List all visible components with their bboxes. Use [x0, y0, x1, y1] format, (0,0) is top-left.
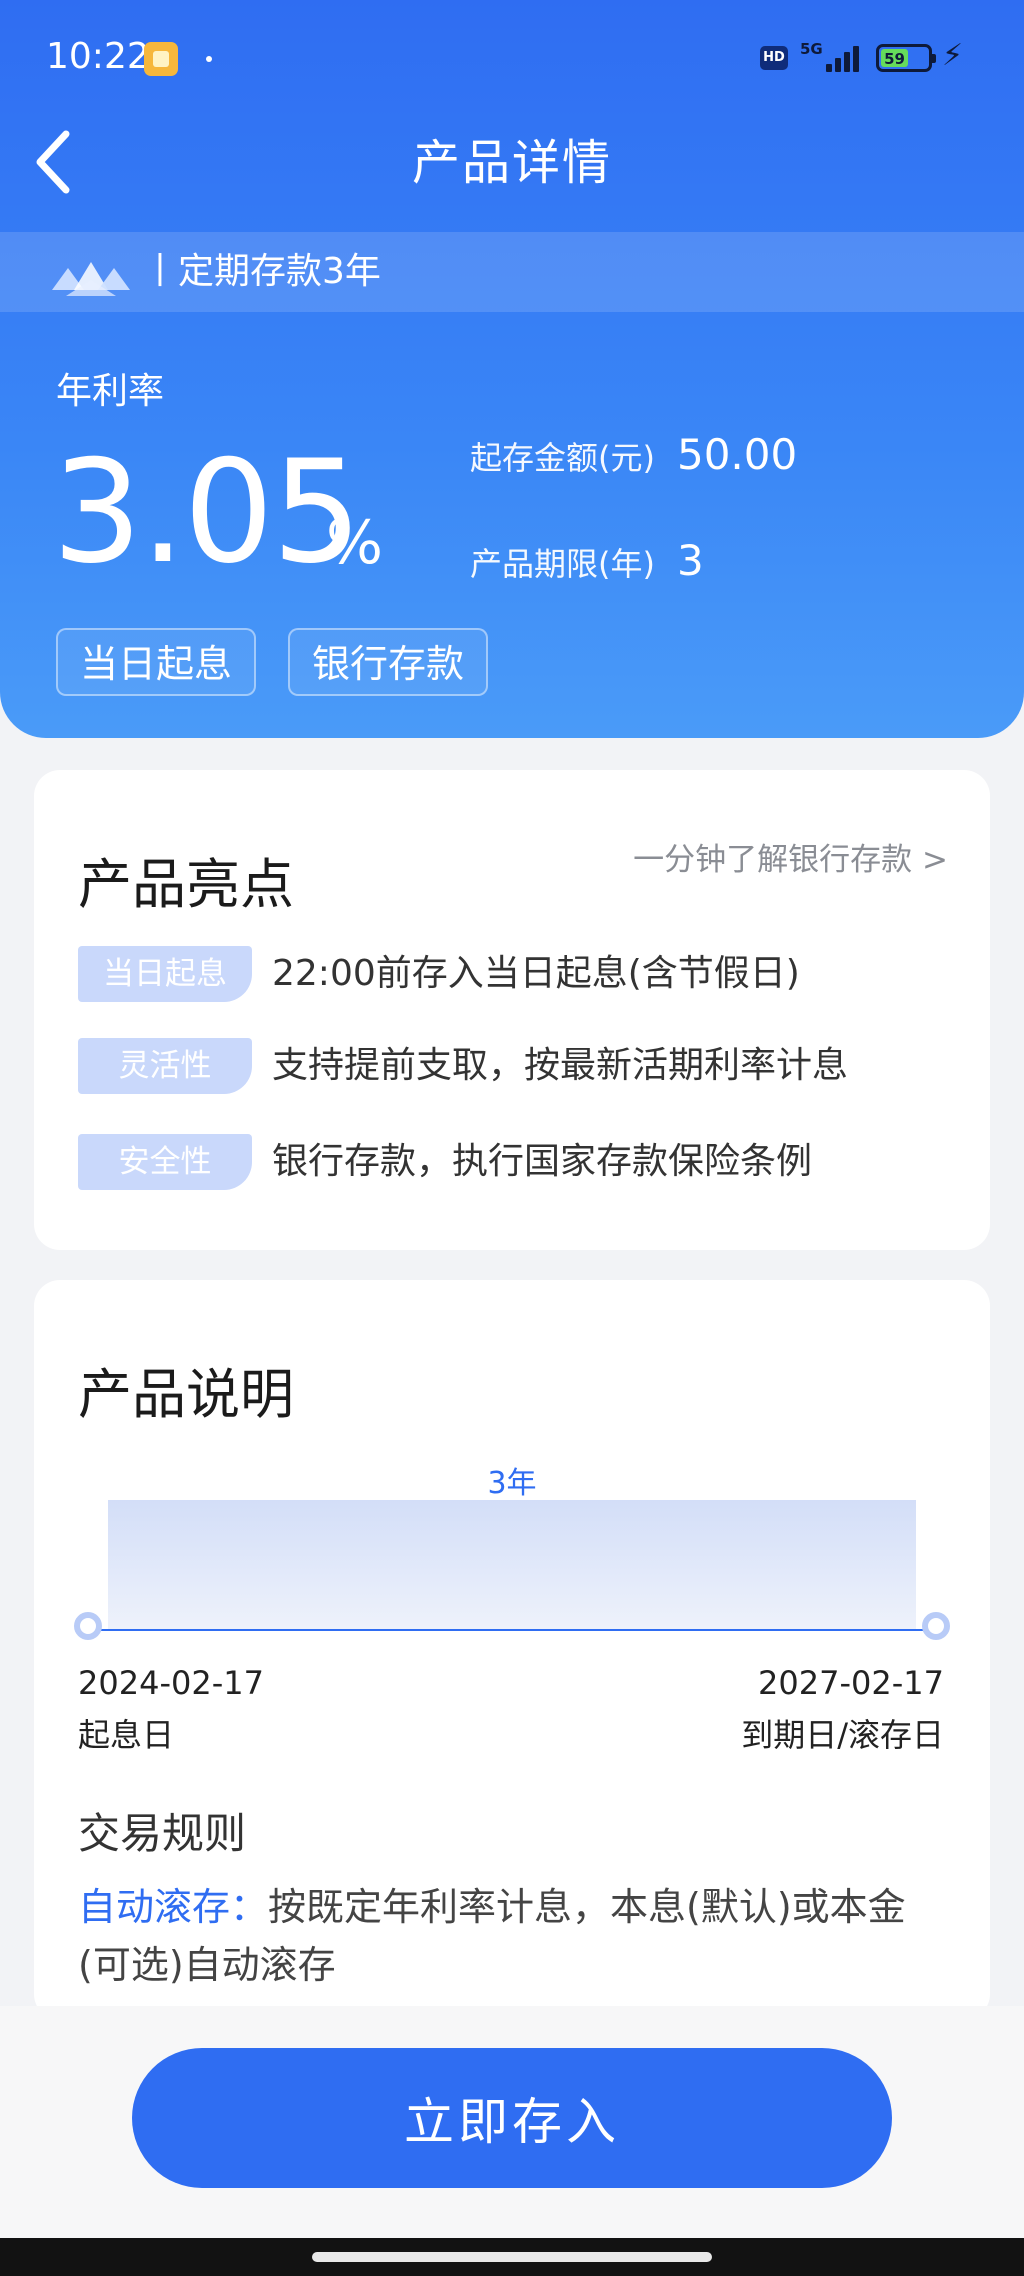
timeline-start-marker — [74, 1612, 102, 1640]
product-name: 丨定期存款3年 — [142, 251, 381, 292]
highlight-badge: 灵活性 — [78, 1038, 252, 1094]
term-label: 产品期限(年) — [470, 545, 655, 583]
bank-logo-icon — [52, 262, 130, 296]
hd-voice-icon: HD — [760, 46, 788, 70]
end-date: 2027-02-17 — [758, 1664, 944, 1702]
end-date-label: 到期日/滚存日 — [741, 1716, 944, 1754]
highlight-item: 当日起息 22:00前存入当日起息(含节假日) — [78, 946, 800, 1002]
learn-bank-deposit-link[interactable]: 一分钟了解银行存款 > — [633, 834, 948, 879]
timeline-area — [108, 1500, 916, 1630]
highlight-badge: 当日起息 — [78, 946, 252, 1002]
tag-bank-deposit: 银行存款 — [288, 628, 489, 696]
description-card: 产品说明 3年 2024-02-17 2027-02-17 起息日 到期日/滚存… — [34, 1280, 990, 2020]
highlight-badge: 安全性 — [78, 1134, 252, 1190]
rate-label: 年利率 — [56, 371, 165, 412]
min-amount-value: 50.00 — [676, 430, 798, 479]
bottom-action-bar: 立即存入 — [0, 2006, 1024, 2238]
highlight-item: 灵活性 支持提前支取，按最新活期利率计息 — [78, 1038, 848, 1094]
min-amount-row: 起存金额(元) 50.00 — [470, 430, 797, 479]
start-date: 2024-02-17 — [78, 1664, 264, 1702]
tag-same-day-interest: 当日起息 — [56, 628, 257, 696]
highlight-text: 支持提前支取，按最新活期利率计息 — [272, 1045, 849, 1086]
rate-value: 3.05 — [52, 430, 362, 595]
highlights-title: 产品亮点 — [78, 853, 294, 916]
term-row: 产品期限(年) 3 — [470, 536, 704, 585]
min-amount-label: 起存金额(元) — [470, 439, 655, 477]
notification-dot-icon — [206, 56, 212, 62]
battery-icon: 59 — [876, 44, 936, 72]
battery-level: 59 — [881, 49, 909, 68]
rules-title: 交易规则 — [78, 1809, 247, 1858]
status-bar: 10:22 HD 5G 59 ⚡ — [0, 0, 1024, 118]
timeline-end-marker — [922, 1612, 950, 1640]
rule-auto-rollover: 自动滚存：按既定年利率计息，本息(默认)或本金(可选)自动滚存 — [78, 1878, 948, 1994]
home-indicator[interactable] — [312, 2252, 712, 2262]
signal-icon — [826, 44, 866, 72]
product-strip: 丨定期存款3年 — [0, 232, 1024, 312]
rule-key: 自动滚存： — [78, 1885, 269, 1929]
highlight-text: 22:00前存入当日起息(含节假日) — [272, 953, 800, 994]
highlights-card: 产品亮点 一分钟了解银行存款 > 当日起息 22:00前存入当日起息(含节假日) … — [34, 770, 990, 1250]
start-date-label: 起息日 — [78, 1716, 175, 1754]
description-title: 产品说明 — [78, 1363, 294, 1426]
network-type: 5G — [800, 40, 823, 58]
navigation-bar — [0, 2238, 1024, 2276]
page-title: 产品详情 — [411, 135, 612, 191]
charging-icon: ⚡ — [942, 38, 964, 73]
deposit-now-button[interactable]: 立即存入 — [132, 2048, 892, 2188]
highlight-item: 安全性 银行存款，执行国家存款保险条例 — [78, 1134, 812, 1190]
notes-app-icon — [144, 42, 178, 76]
term-value: 3 — [676, 536, 704, 585]
rate-unit: % — [326, 508, 384, 578]
timeline-period: 3年 — [487, 1466, 537, 1501]
timeline-line — [88, 1629, 936, 1631]
status-time: 10:22 — [46, 36, 150, 77]
highlight-text: 银行存款，执行国家存款保险条例 — [272, 1141, 813, 1182]
product-header: 10:22 HD 5G 59 ⚡ 产品详情 丨定期存款3年 年利率 3.05 %… — [0, 0, 1024, 738]
